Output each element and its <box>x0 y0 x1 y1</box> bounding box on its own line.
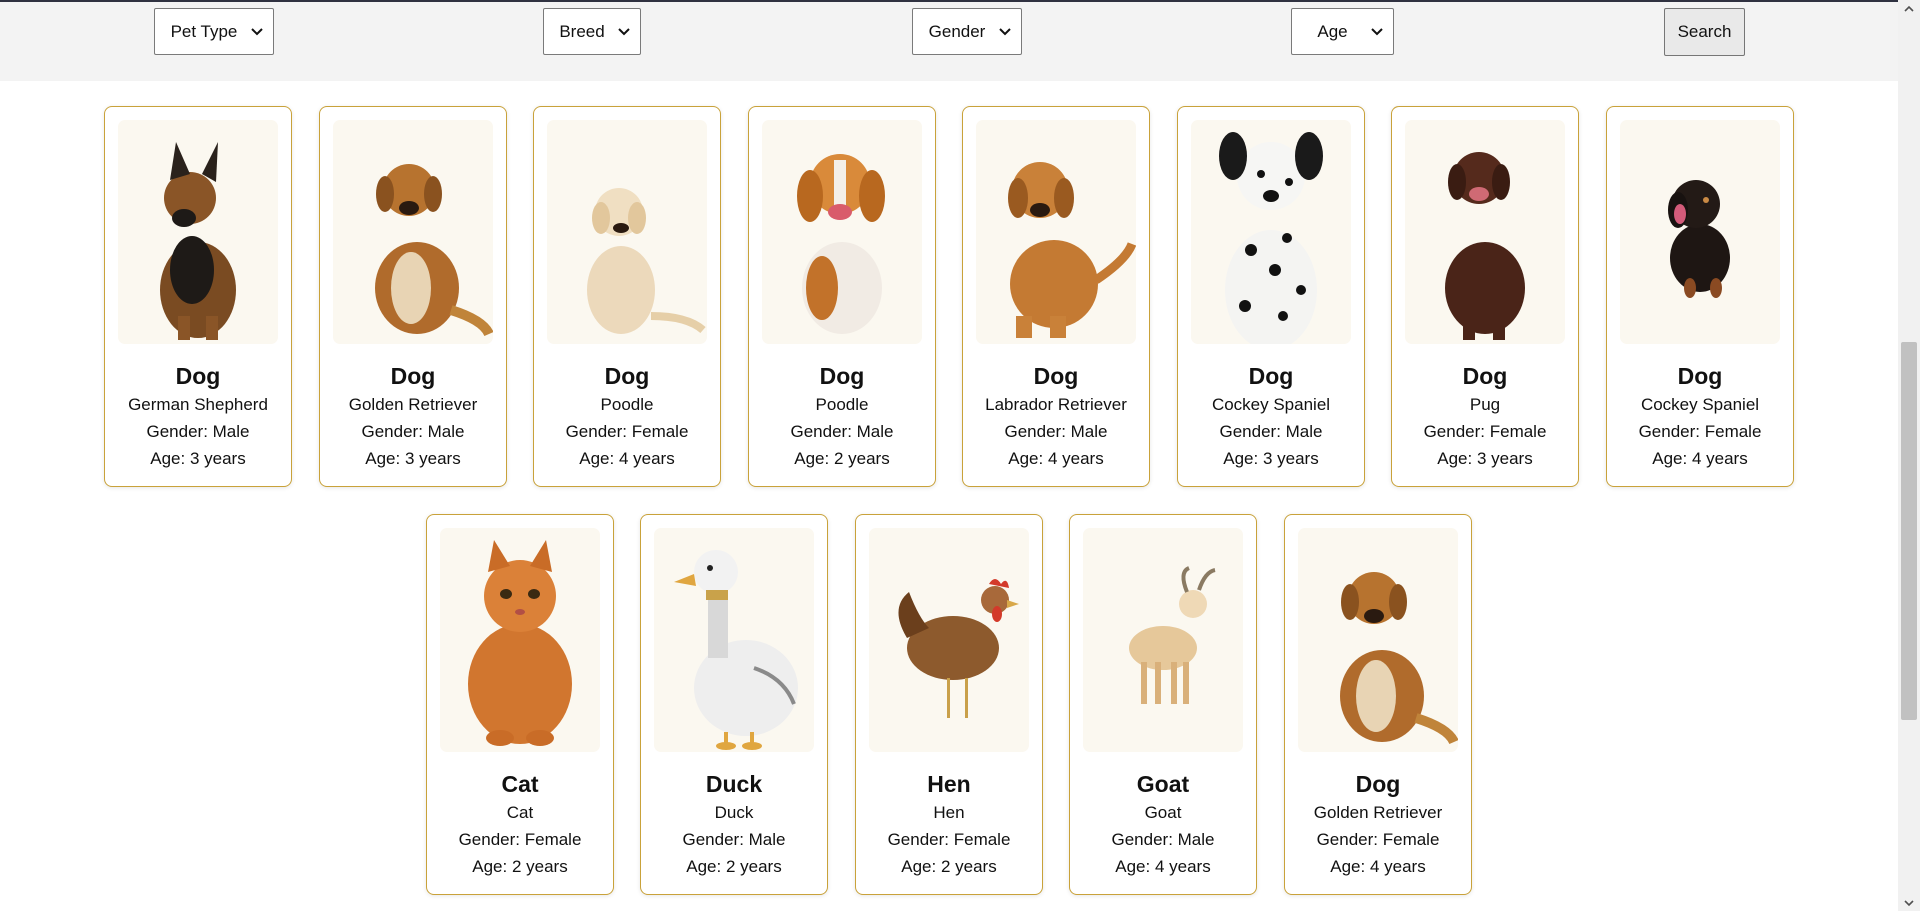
pet-age: Age: 2 years <box>794 449 890 468</box>
scrollbar-thumb[interactable] <box>1901 342 1917 720</box>
pet-breed: Labrador Retriever <box>985 395 1127 414</box>
pet-gender: Gender: Female <box>1423 422 1547 441</box>
gender-select-label: Gender <box>928 21 986 41</box>
pet-gender: Gender: Female <box>565 422 689 441</box>
pet-age: Age: 3 years <box>365 449 461 468</box>
chevron-down-icon <box>1371 27 1383 35</box>
pet-card[interactable]: Goat Goat Gender: Male Age: 4 years <box>1069 514 1257 895</box>
pet-gender: Gender: Male <box>790 422 894 441</box>
cat-photo <box>440 528 600 752</box>
pet-breed: Pug <box>1469 395 1501 414</box>
breed-select[interactable]: Breed <box>543 8 641 55</box>
scroll-down-arrow-icon[interactable] <box>1898 894 1920 911</box>
pet-age: Age: 4 years <box>1652 449 1748 468</box>
pet-type-select[interactable]: Pet Type <box>154 8 274 55</box>
pet-gender: Gender: Male <box>1111 830 1215 849</box>
pet-gender: Gender: Male <box>1219 422 1323 441</box>
chevron-down-icon <box>251 27 263 35</box>
pet-gender: Gender: Male <box>1004 422 1108 441</box>
pet-age: Age: 2 years <box>901 857 997 876</box>
poodle-photo <box>547 120 707 344</box>
golden-retriever-photo <box>333 120 493 344</box>
pet-age: Age: 3 years <box>1223 449 1319 468</box>
pet-type: Dog <box>1677 363 1723 389</box>
pet-gender: Gender: Male <box>361 422 465 441</box>
pet-breed: German Shepherd <box>128 395 268 414</box>
chocolate-lab-photo <box>1405 120 1565 344</box>
pet-type: Duck <box>705 771 763 797</box>
pet-type-select-label: Pet Type <box>170 21 238 41</box>
pet-card[interactable]: Hen Hen Gender: Female Age: 2 years <box>855 514 1043 895</box>
pet-gender: Gender: Female <box>887 830 1011 849</box>
pet-card[interactable]: Dog German Shepherd Gender: Male Age: 3 yea… <box>104 106 292 487</box>
scroll-up-arrow-icon[interactable] <box>1898 0 1920 17</box>
hen-photo <box>869 528 1029 752</box>
pet-breed: Cockey Spaniel <box>1211 395 1331 414</box>
pet-type: Hen <box>927 771 971 797</box>
pet-breed: Golden Retriever <box>348 395 478 414</box>
german-shepherd-photo <box>118 120 278 344</box>
pet-card[interactable]: Dog Poodle Gender: Female Age: 4 years <box>533 106 721 487</box>
duck-photo <box>654 528 814 752</box>
pet-card[interactable]: Duck Duck Gender: Male Age: 2 years <box>640 514 828 895</box>
dalmatian-photo <box>1191 120 1351 344</box>
pet-type: Dog <box>1248 363 1294 389</box>
search-button[interactable]: Search <box>1664 8 1745 56</box>
pet-card[interactable]: Dog Cockey Spaniel Gender: Male Age: 3 year… <box>1177 106 1365 487</box>
pet-type: Dog <box>390 363 436 389</box>
beagle-photo <box>762 120 922 344</box>
age-select-label: Age <box>1317 21 1348 41</box>
pet-card[interactable]: Dog Labrador Retriever Gender: Male Age: 4 … <box>962 106 1150 487</box>
pet-type: Dog <box>819 363 865 389</box>
gender-select[interactable]: Gender <box>912 8 1022 55</box>
pet-type: Cat <box>501 771 539 797</box>
pet-gender: Gender: Female <box>1638 422 1762 441</box>
pet-age: Age: 4 years <box>1115 857 1211 876</box>
pet-card[interactable]: Dog Pug Gender: Female Age: 3 years <box>1391 106 1579 487</box>
breed-select-label: Breed <box>559 21 605 41</box>
chevron-down-icon <box>618 27 630 35</box>
golden-retriever-photo <box>1298 528 1458 752</box>
filter-bar: Pet Type Breed Gender Age Search <box>0 2 1898 81</box>
age-select[interactable]: Age <box>1291 8 1394 55</box>
chevron-down-icon <box>999 27 1011 35</box>
pet-breed: Duck <box>714 803 754 822</box>
pet-breed: Hen <box>933 803 965 822</box>
pet-age: Age: 4 years <box>1008 449 1104 468</box>
pet-gender: Gender: Female <box>1316 830 1440 849</box>
pet-type: Dog <box>1462 363 1508 389</box>
labrador-photo <box>976 120 1136 344</box>
pet-breed: Goat <box>1144 803 1182 822</box>
pet-age: Age: 3 years <box>150 449 246 468</box>
pet-card[interactable]: Dog Cockey Spaniel Gender: Female Age: 4 ye… <box>1606 106 1794 487</box>
pet-type: Goat <box>1136 771 1190 797</box>
pet-breed: Cockey Spaniel <box>1640 395 1760 414</box>
pet-age: Age: 3 years <box>1437 449 1533 468</box>
pet-card[interactable]: Dog Poodle Gender: Male Age: 2 years <box>748 106 936 487</box>
pet-card[interactable]: Cat Cat Gender: Female Age: 2 years <box>426 514 614 895</box>
pet-card[interactable]: Dog Golden Retriever Gender: Female Age: 4 … <box>1284 514 1472 895</box>
pet-type: Dog <box>604 363 650 389</box>
pet-age: Age: 4 years <box>1330 857 1426 876</box>
pet-gender: Gender: Male <box>146 422 250 441</box>
vertical-scrollbar[interactable] <box>1898 0 1920 911</box>
pet-age: Age: 2 years <box>472 857 568 876</box>
pet-type: Dog <box>175 363 221 389</box>
pet-age: Age: 4 years <box>579 449 675 468</box>
pet-type: Dog <box>1033 363 1079 389</box>
pet-gender: Gender: Female <box>458 830 582 849</box>
pet-breed: Golden Retriever <box>1313 803 1443 822</box>
pet-type: Dog <box>1355 771 1401 797</box>
pet-card[interactable]: Dog Golden Retriever Gender: Male Age: 3 ye… <box>319 106 507 487</box>
pet-breed: Poodle <box>600 395 654 414</box>
pet-gender: Gender: Male <box>682 830 786 849</box>
pet-breed: Poodle <box>815 395 869 414</box>
pet-age: Age: 2 years <box>686 857 782 876</box>
pet-breed: Cat <box>506 803 534 822</box>
dachshund-photo <box>1620 120 1780 344</box>
goat-photo <box>1083 528 1243 752</box>
